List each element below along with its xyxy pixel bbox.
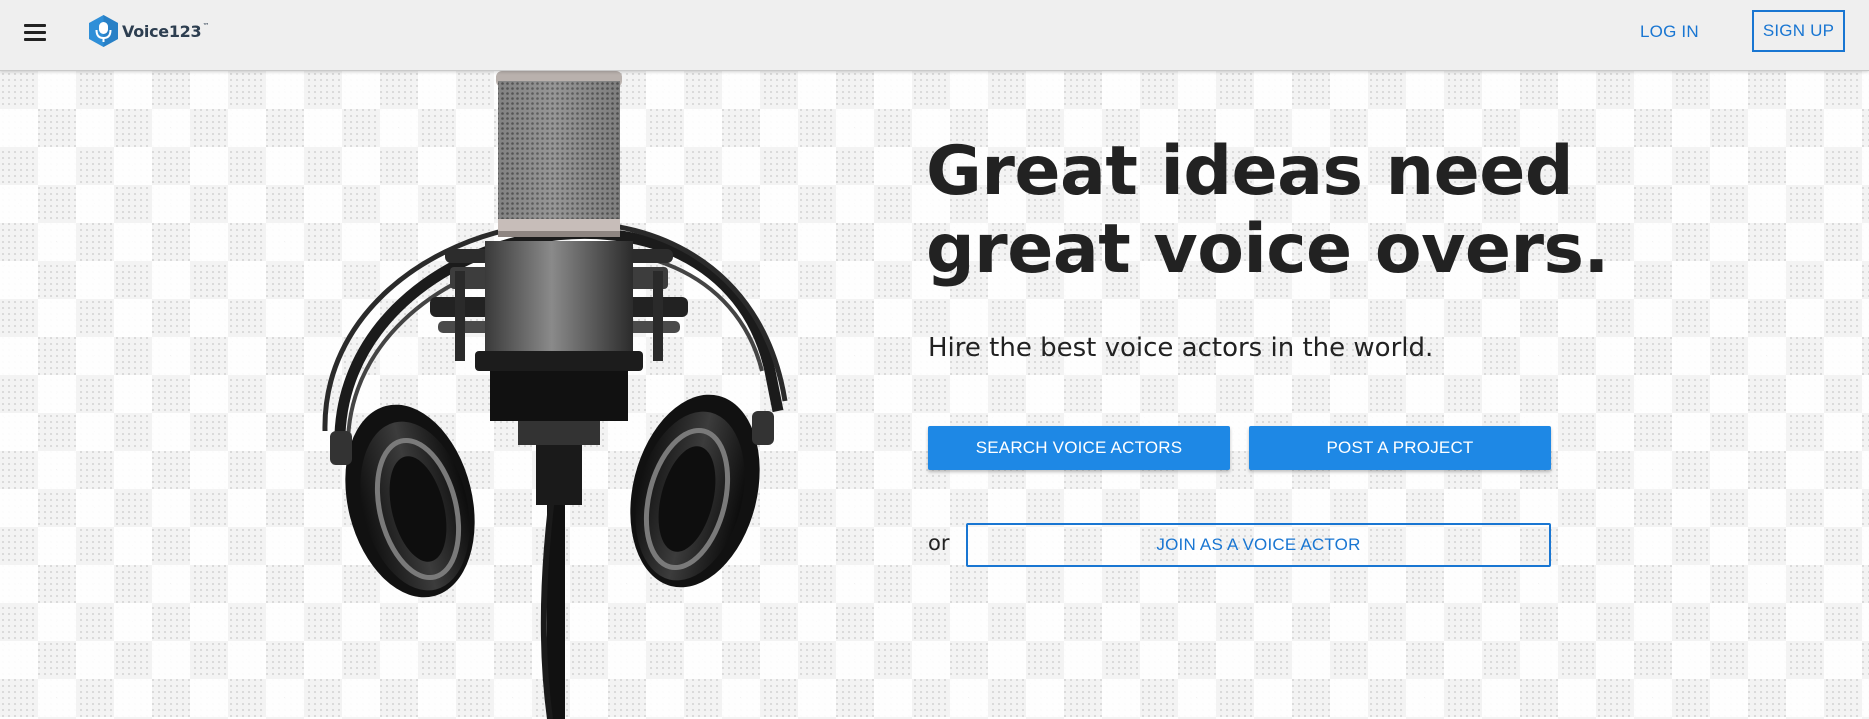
or-separator-text: or [928,531,950,555]
hero-subheadline: Hire the best voice actors in the world. [928,333,1434,363]
headline-line-1: Great ideas need [926,132,1573,211]
microphone-with-headphones-image [322,71,788,719]
menu-line [24,38,46,41]
microphone-hexagon-logo-icon [89,15,118,47]
post-a-project-button[interactable]: POST A PROJECT [1249,426,1551,470]
hamburger-menu-icon[interactable] [22,20,48,46]
voice123-logo[interactable]: Voice123 ™ [87,14,209,48]
hero-headline: Great ideas need great voice overs. [926,133,1609,289]
search-voice-actors-button[interactable]: SEARCH VOICE ACTORS [928,426,1230,470]
sign-up-button[interactable]: SIGN UP [1752,10,1845,52]
menu-line [24,31,46,34]
headline-line-2: great voice overs. [926,210,1609,289]
log-in-link[interactable]: LOG IN [1640,20,1699,44]
top-navigation-bar: Voice123 ™ LOG IN SIGN UP [0,0,1869,71]
menu-line [24,24,46,27]
join-as-voice-actor-button[interactable]: JOIN AS A VOICE ACTOR [966,523,1551,567]
brand-trademark: ™ [202,22,210,30]
hero-section: Great ideas need great voice overs. Hire… [0,71,1869,719]
brand-name: Voice123 [122,21,202,41]
